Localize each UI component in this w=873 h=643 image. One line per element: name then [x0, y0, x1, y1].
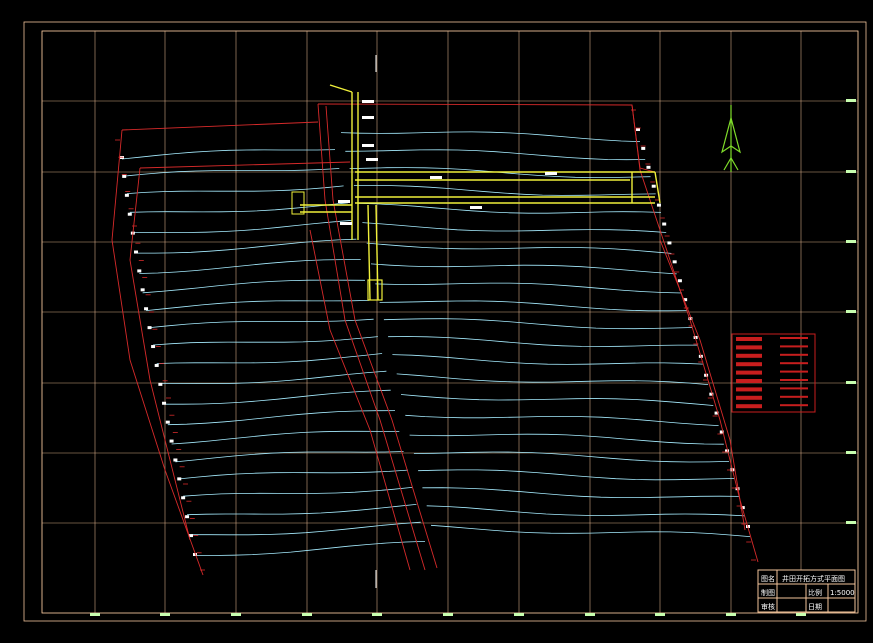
legend-swatch — [736, 379, 762, 383]
legend-line-sample — [780, 370, 808, 373]
grid-tick-marker — [231, 613, 241, 616]
legend-line-sample — [780, 379, 808, 381]
grid-tick-marker — [585, 613, 595, 616]
grid-tick-marker — [846, 170, 856, 173]
title-block: 图名 井田开拓方式平面图 制图 比例 1:5000 审核 日期 — [757, 569, 856, 613]
roadway-label-stub — [545, 172, 557, 175]
grid-tick-marker — [655, 613, 665, 616]
legend-swatch — [736, 353, 762, 358]
legend-line-sample — [780, 395, 808, 398]
canvas-background — [0, 0, 873, 643]
legend-swatch — [736, 345, 762, 350]
seam-marker — [122, 174, 127, 178]
grid-tick-marker — [726, 613, 736, 616]
roadway-label-stub — [470, 206, 482, 209]
roadway-label-stub — [340, 222, 352, 225]
grid-tick-marker — [846, 240, 856, 243]
seam-marker — [656, 203, 661, 207]
legend-line-sample — [780, 353, 808, 356]
seam-marker — [181, 496, 186, 500]
seam-marker — [124, 193, 129, 197]
seam-marker — [173, 458, 178, 462]
legend-line-sample — [780, 337, 808, 339]
seam-marker — [154, 363, 159, 367]
seam-marker — [140, 288, 145, 292]
roadway-label-stub — [366, 158, 378, 161]
seam-marker — [151, 345, 156, 349]
legend-swatch — [736, 337, 762, 341]
legend-line-sample — [780, 404, 808, 407]
legend-swatch — [736, 387, 762, 392]
seam-marker — [662, 222, 667, 226]
legend-line-sample — [780, 362, 808, 365]
seam-marker — [144, 307, 149, 311]
drawing-title: 井田开拓方式平面图 — [782, 574, 845, 583]
grid-tick-marker — [372, 613, 382, 616]
date-label: 日期 — [808, 603, 822, 611]
grid-tick-marker — [90, 613, 100, 616]
legend-swatch — [736, 370, 762, 375]
legend-line-sample — [780, 345, 808, 348]
scale-value: 1:5000 — [830, 589, 855, 597]
grid-tick-marker — [443, 613, 453, 616]
seam-marker — [127, 212, 132, 216]
seam-marker — [169, 439, 174, 443]
drafter-label: 制图 — [761, 588, 775, 597]
legend-swatch — [736, 404, 762, 409]
grid-tick-marker — [302, 613, 312, 616]
grid-tick-marker — [160, 613, 170, 616]
grid-tick-marker — [846, 381, 856, 384]
legend-line-sample — [780, 387, 808, 390]
seam-marker — [147, 326, 152, 330]
scale-label: 比例 — [808, 588, 822, 597]
legend-swatch — [736, 395, 762, 400]
seam-marker — [646, 165, 651, 169]
seam-marker — [162, 401, 167, 405]
roadway-label-stub — [362, 144, 374, 147]
seam-marker — [137, 269, 142, 273]
roadway-label-stub — [362, 100, 374, 103]
grid-tick-marker — [514, 613, 524, 616]
seam-marker — [185, 515, 190, 519]
seam-marker — [134, 250, 139, 254]
mine-plan-drawing: 图名 井田开拓方式平面图 制图 比例 1:5000 审核 日期 — [0, 0, 873, 643]
grid-tick-marker — [796, 613, 806, 616]
seam-marker — [158, 382, 163, 386]
roadway-label-stub — [338, 200, 350, 203]
seam-marker — [636, 128, 640, 131]
legend-swatch — [736, 362, 762, 367]
grid-tick-marker — [846, 99, 856, 102]
seam-marker — [672, 260, 677, 264]
grid-tick-marker — [846, 310, 856, 313]
roadway-label-stub — [362, 116, 374, 119]
seam-marker — [165, 420, 170, 424]
grid-tick-marker — [846, 451, 856, 454]
seam-marker — [651, 184, 656, 188]
grid-tick-marker — [846, 521, 856, 524]
reviewer-label: 审核 — [761, 602, 775, 611]
seam-marker — [177, 477, 182, 481]
title-label: 图名 — [761, 574, 775, 583]
seam-marker — [667, 241, 672, 245]
seam-marker — [641, 146, 646, 150]
roadway-label-stub — [430, 176, 442, 179]
seam-marker — [677, 279, 682, 283]
